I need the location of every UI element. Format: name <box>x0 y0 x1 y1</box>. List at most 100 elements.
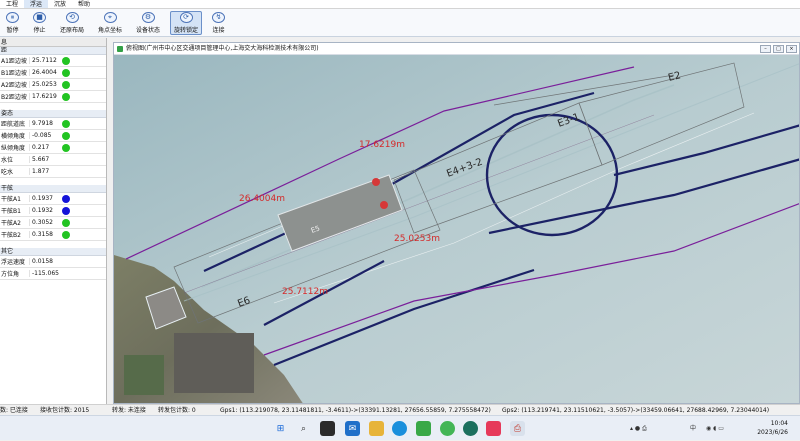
info-label: 干舷B2 <box>1 232 21 239</box>
app-green-icon[interactable] <box>416 421 431 436</box>
start-icon[interactable]: ⊞ <box>273 421 288 436</box>
info-value: 0.1932 <box>29 207 61 214</box>
tray-icons[interactable]: ▴ ● ⎙ <box>630 416 647 441</box>
window-title-bar: 俯视图(广州市中心区交通项目管理中心,上海交大海科检测技术有限公司) – □ × <box>114 43 799 55</box>
link-icon: ↯ <box>212 11 226 23</box>
wechat-icon[interactable] <box>440 421 455 436</box>
info-label: A2距边坡 <box>1 82 27 89</box>
info-row: A1距边坡 25.7112 <box>0 55 106 67</box>
info-value: 0.3158 <box>29 231 61 238</box>
info-value: 5.667 <box>29 156 61 163</box>
device-status-button[interactable]: ⚙ 设备状态 <box>132 11 164 35</box>
status-dot-icon <box>62 80 70 89</box>
info-row: 浮运速度 0.0158 <box>0 256 106 268</box>
stop-icon: ■ <box>33 11 46 23</box>
pause-button[interactable]: ⏸ 暂停 <box>2 11 23 35</box>
pause-label: 暂停 <box>6 26 19 34</box>
minimize-button[interactable]: – <box>760 45 771 53</box>
file-explorer-icon[interactable] <box>369 421 384 436</box>
status-dot-icon <box>62 68 70 77</box>
info-row: 纵倾角度 0.217 <box>0 142 106 154</box>
group-title: 姿态 <box>0 110 106 118</box>
corner-icon: ⌖ <box>103 11 117 23</box>
status-dot-icon <box>62 194 70 203</box>
window-controls: – □ × <box>758 45 797 53</box>
clock-time: 10:04 <box>770 420 788 427</box>
info-label: 横倾角度 <box>1 133 26 140</box>
distance-a2: 25.0253m <box>394 234 440 244</box>
taskbar: ⊞ ⌕ ✉ ⎙ ▴ ● ⎙ 中 ◉ ◖ ▭ 10:04 2023/6/26 <box>0 415 800 440</box>
app-red-icon[interactable] <box>486 421 501 436</box>
status-dot-icon <box>62 206 70 215</box>
info-row: 水位 5.667 <box>0 154 106 166</box>
info-label: 距航道底 <box>1 121 26 128</box>
info-value: 1.877 <box>29 168 61 175</box>
info-label: 浮运速度 <box>1 259 26 266</box>
status-dot-icon <box>62 131 70 140</box>
distance-b1: 26.4004m <box>239 194 285 204</box>
network-volume-icons[interactable]: ◉ ◖ ▭ <box>706 416 724 441</box>
menu-sink[interactable]: 沉放 <box>48 0 72 8</box>
window-title: 俯视图(广州市中心区交通项目管理中心,上海交大海科检测技术有限公司) <box>126 45 319 52</box>
group-title: 其它 <box>0 248 106 256</box>
ime-indicator[interactable]: 中 <box>690 416 696 441</box>
building-block <box>174 333 254 393</box>
device-status-label: 设备状态 <box>136 26 161 34</box>
info-value: 26.4004 <box>29 69 61 76</box>
panel-spacer <box>0 241 106 248</box>
connect-label: 连接 <box>212 26 225 34</box>
info-row: 干舷B2 0.3158 <box>0 229 106 241</box>
info-value: 25.0253 <box>29 81 61 88</box>
status-dot-icon <box>62 92 70 101</box>
distance-a1: 25.7112m <box>282 287 328 297</box>
menu-project[interactable]: 工程 <box>0 0 24 8</box>
info-label: 干舷A1 <box>1 196 21 203</box>
menu-help[interactable]: 帮助 <box>72 0 96 8</box>
status-dot-icon <box>62 56 70 65</box>
pause-icon: ⏸ <box>6 11 19 23</box>
stop-button[interactable]: ■ 停止 <box>29 11 50 35</box>
info-label: 吃水 <box>1 169 14 176</box>
info-row: 干舷A1 0.1937 <box>0 193 106 205</box>
running-app-icon[interactable] <box>463 421 478 436</box>
group-title: 距 <box>0 47 106 55</box>
corner-coords-button[interactable]: ⌖ 角点坐标 <box>94 11 126 35</box>
info-label: 水位 <box>1 157 14 164</box>
rotation-lock-button[interactable]: ⟳ 旋转锁定 <box>170 10 203 35</box>
menu-float[interactable]: 浮运 <box>24 0 49 8</box>
group-title: 干舷 <box>0 185 106 193</box>
search-icon[interactable]: ⌕ <box>296 421 311 436</box>
distance-b2: 17.6219m <box>359 140 405 150</box>
maximize-button[interactable]: □ <box>773 45 784 53</box>
info-row: 横倾角度 -0.085 <box>0 130 106 142</box>
info-value: 9.7918 <box>29 120 61 127</box>
task-view-icon[interactable] <box>320 421 335 436</box>
info-row: B1距边坡 26.4004 <box>0 67 106 79</box>
info-row: 吃水 1.877 <box>0 166 106 178</box>
info-row: B2距边坡 17.6219 <box>0 91 106 103</box>
panel-spacer <box>0 178 106 185</box>
device-icon: ⚙ <box>141 11 155 23</box>
info-value: 17.6219 <box>29 93 61 100</box>
status-dot-icon <box>62 119 70 128</box>
app-icon <box>117 46 123 52</box>
system-clock[interactable]: 10:04 2023/6/26 <box>757 419 788 437</box>
info-row: 干舷B1 0.1932 <box>0 205 106 217</box>
info-row: 距航道底 9.7918 <box>0 118 106 130</box>
info-label: B2距边坡 <box>1 94 27 101</box>
edge-icon[interactable] <box>392 421 407 436</box>
info-label: 干舷A2 <box>1 220 21 227</box>
close-button[interactable]: × <box>786 45 797 53</box>
restore-layout-button[interactable]: ⟲ 还原布局 <box>56 11 88 35</box>
clock-date: 2023/6/26 <box>757 429 788 436</box>
info-value: -0.085 <box>29 132 61 139</box>
lock-icon: ⟳ <box>179 11 193 23</box>
mail-icon[interactable]: ✉ <box>345 421 360 436</box>
info-value: 0.0158 <box>29 258 61 265</box>
info-value: 0.3052 <box>29 219 61 226</box>
pdf-icon[interactable]: ⎙ <box>510 421 525 436</box>
status-dot-icon <box>62 218 70 227</box>
panel-spacer <box>0 103 106 110</box>
connect-button[interactable]: ↯ 连接 <box>208 11 229 35</box>
channel-map[interactable]: E5 E6 E4+3-2 E3-1 E2 17.6219m 26.4004m 2… <box>114 55 800 404</box>
